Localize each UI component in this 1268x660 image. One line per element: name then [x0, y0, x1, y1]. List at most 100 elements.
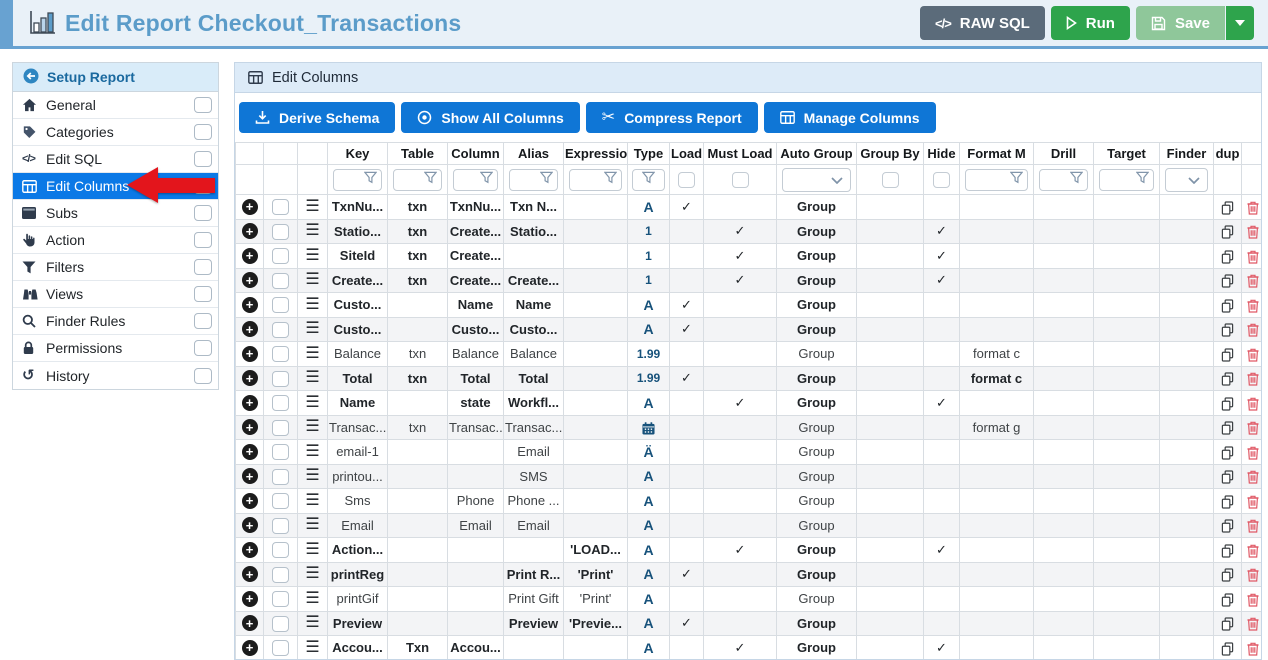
load-cell[interactable] — [670, 636, 704, 660]
table-cell[interactable] — [388, 464, 448, 489]
sidebar-item-edit-sql[interactable]: </> Edit SQL — [13, 146, 218, 173]
table-cell[interactable]: txn — [388, 268, 448, 293]
table-cell[interactable] — [388, 489, 448, 514]
group-by-cell[interactable] — [857, 366, 924, 391]
target-cell[interactable] — [1094, 268, 1160, 293]
duplicate-row-icon[interactable] — [1221, 544, 1234, 558]
auto-group-cell[interactable]: Group — [777, 293, 857, 318]
auto-group-cell[interactable]: Group — [777, 440, 857, 465]
load-cell[interactable] — [670, 489, 704, 514]
drag-handle-icon[interactable]: ☰ — [305, 565, 319, 582]
group-by-cell[interactable] — [857, 464, 924, 489]
finder-cell[interactable] — [1160, 611, 1214, 636]
table-cell[interactable]: txn — [388, 195, 448, 220]
format-mask-cell[interactable] — [960, 195, 1034, 220]
auto-group-cell[interactable]: Group — [777, 342, 857, 367]
expand-row-button[interactable]: + — [242, 444, 258, 460]
format-mask-cell[interactable] — [960, 440, 1034, 465]
expand-row-button[interactable]: + — [242, 468, 258, 484]
expression-cell[interactable] — [564, 293, 628, 318]
delete-row-icon[interactable] — [1247, 225, 1259, 239]
drag-handle-icon[interactable]: ☰ — [305, 418, 319, 435]
target-cell[interactable] — [1094, 195, 1160, 220]
run-button[interactable]: Run — [1051, 6, 1130, 40]
type-cell[interactable]: Ä — [628, 440, 670, 465]
save-dropdown-button[interactable] — [1226, 6, 1254, 40]
duplicate-row-icon[interactable] — [1221, 593, 1234, 607]
alias-cell[interactable] — [504, 636, 564, 660]
target-filter-input[interactable] — [1099, 169, 1154, 191]
alias-cell[interactable]: Email — [504, 440, 564, 465]
auto-group-cell[interactable]: Group — [777, 538, 857, 563]
duplicate-row-icon[interactable] — [1221, 568, 1234, 582]
expression-cell[interactable]: 'LOAD... — [564, 538, 628, 563]
finder-cell[interactable] — [1160, 244, 1214, 269]
table-filter-input[interactable] — [393, 169, 442, 191]
sidebar-item-categories[interactable]: Categories — [13, 119, 218, 146]
target-cell[interactable] — [1094, 513, 1160, 538]
finder-cell[interactable] — [1160, 342, 1214, 367]
row-checkbox[interactable] — [272, 420, 289, 436]
type-cell[interactable]: A — [628, 513, 670, 538]
hide-cell[interactable] — [924, 440, 960, 465]
expand-row-button[interactable]: + — [242, 199, 258, 215]
auto-group-cell[interactable]: Group — [777, 636, 857, 660]
finder-cell[interactable] — [1160, 219, 1214, 244]
expression-cell[interactable] — [564, 366, 628, 391]
type-cell[interactable]: 1.99 — [628, 366, 670, 391]
drill-cell[interactable] — [1034, 195, 1094, 220]
row-checkbox[interactable] — [272, 640, 289, 656]
expand-row-button[interactable]: + — [242, 370, 258, 386]
row-checkbox[interactable] — [272, 542, 289, 558]
type-filter-button[interactable] — [632, 169, 665, 191]
table-cell[interactable] — [388, 440, 448, 465]
delete-row-icon[interactable] — [1247, 421, 1259, 435]
row-checkbox[interactable] — [272, 199, 289, 215]
hide-filter-checkbox[interactable] — [933, 172, 950, 188]
sidebar-item-checkbox[interactable] — [194, 313, 212, 329]
drag-handle-icon[interactable]: ☰ — [305, 296, 319, 313]
drag-handle-icon[interactable]: ☰ — [305, 198, 319, 215]
expand-row-button[interactable]: + — [242, 640, 258, 656]
load-cell[interactable]: ✓ — [670, 366, 704, 391]
target-cell[interactable] — [1094, 244, 1160, 269]
expand-row-button[interactable]: + — [242, 297, 258, 313]
show-all-columns-button[interactable]: Show All Columns — [401, 102, 579, 133]
sidebar-item-general[interactable]: General — [13, 92, 218, 119]
target-cell[interactable] — [1094, 366, 1160, 391]
expression-cell[interactable]: 'Print' — [564, 562, 628, 587]
type-cell[interactable]: A — [628, 538, 670, 563]
sidebar-item-checkbox[interactable] — [194, 286, 212, 302]
sidebar-item-checkbox[interactable] — [194, 232, 212, 248]
hide-cell[interactable]: ✓ — [924, 244, 960, 269]
group-by-cell[interactable] — [857, 562, 924, 587]
column-cell[interactable]: Create... — [448, 268, 504, 293]
column-cell[interactable]: Balance — [448, 342, 504, 367]
drag-handle-icon[interactable]: ☰ — [305, 443, 319, 460]
sidebar-item-checkbox[interactable] — [194, 340, 212, 356]
duplicate-row-icon[interactable] — [1221, 495, 1234, 509]
type-cell[interactable]: A — [628, 636, 670, 660]
column-cell[interactable] — [448, 538, 504, 563]
expression-cell[interactable] — [564, 489, 628, 514]
target-cell[interactable] — [1094, 342, 1160, 367]
drill-cell[interactable] — [1034, 268, 1094, 293]
column-cell[interactable] — [448, 464, 504, 489]
group-by-cell[interactable] — [857, 317, 924, 342]
drill-cell[interactable] — [1034, 366, 1094, 391]
column-cell[interactable] — [448, 611, 504, 636]
derive-schema-button[interactable]: Derive Schema — [239, 102, 395, 133]
key-cell[interactable]: TxnNu... — [328, 195, 388, 220]
sidebar-item-checkbox[interactable] — [194, 124, 212, 140]
hide-cell[interactable]: ✓ — [924, 636, 960, 660]
format-mask-cell[interactable] — [960, 636, 1034, 660]
key-cell[interactable]: Accou... — [328, 636, 388, 660]
finder-cell[interactable] — [1160, 366, 1214, 391]
duplicate-row-icon[interactable] — [1221, 617, 1234, 631]
duplicate-row-icon[interactable] — [1221, 372, 1234, 386]
duplicate-row-icon[interactable] — [1221, 397, 1234, 411]
sidebar-item-checkbox[interactable] — [194, 97, 212, 113]
group-by-cell[interactable] — [857, 219, 924, 244]
duplicate-row-icon[interactable] — [1221, 299, 1234, 313]
row-checkbox[interactable] — [272, 591, 289, 607]
